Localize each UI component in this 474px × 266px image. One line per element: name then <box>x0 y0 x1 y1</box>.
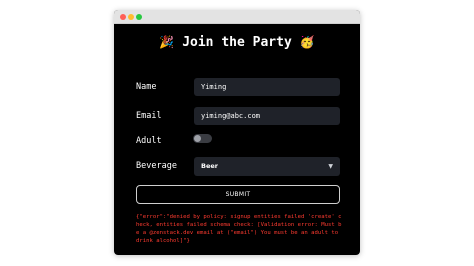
name-field[interactable]: Yiming <box>194 78 340 96</box>
maximize-window-button[interactable] <box>136 14 142 20</box>
email-field[interactable]: yiming@abc.com <box>194 107 340 125</box>
adult-label: Adult <box>136 136 162 146</box>
party-face-icon: 🥳 <box>299 35 315 49</box>
window-titlebar <box>114 10 360 24</box>
minimize-window-button[interactable] <box>128 14 134 20</box>
beverage-selected-value: Beer <box>201 162 218 170</box>
email-label: Email <box>136 111 162 121</box>
page-title: 🎉 Join the Party 🥳 <box>114 35 360 50</box>
chevron-down-icon: ▼ <box>328 163 333 170</box>
error-message: {"error":"denied by policy: signup entit… <box>136 214 342 244</box>
app-window: 🎉 Join the Party 🥳 Name Yiming Email yim… <box>114 10 360 255</box>
submit-button[interactable]: SUBMIT <box>136 185 340 204</box>
name-label: Name <box>136 82 157 92</box>
toggle-knob <box>194 135 201 142</box>
page-title-text: Join the Party <box>182 35 292 50</box>
party-popper-icon: 🎉 <box>159 35 175 49</box>
adult-toggle[interactable] <box>193 134 212 143</box>
beverage-select[interactable]: Beer ▼ <box>194 157 340 176</box>
close-window-button[interactable] <box>120 14 126 20</box>
beverage-label: Beverage <box>136 161 177 171</box>
